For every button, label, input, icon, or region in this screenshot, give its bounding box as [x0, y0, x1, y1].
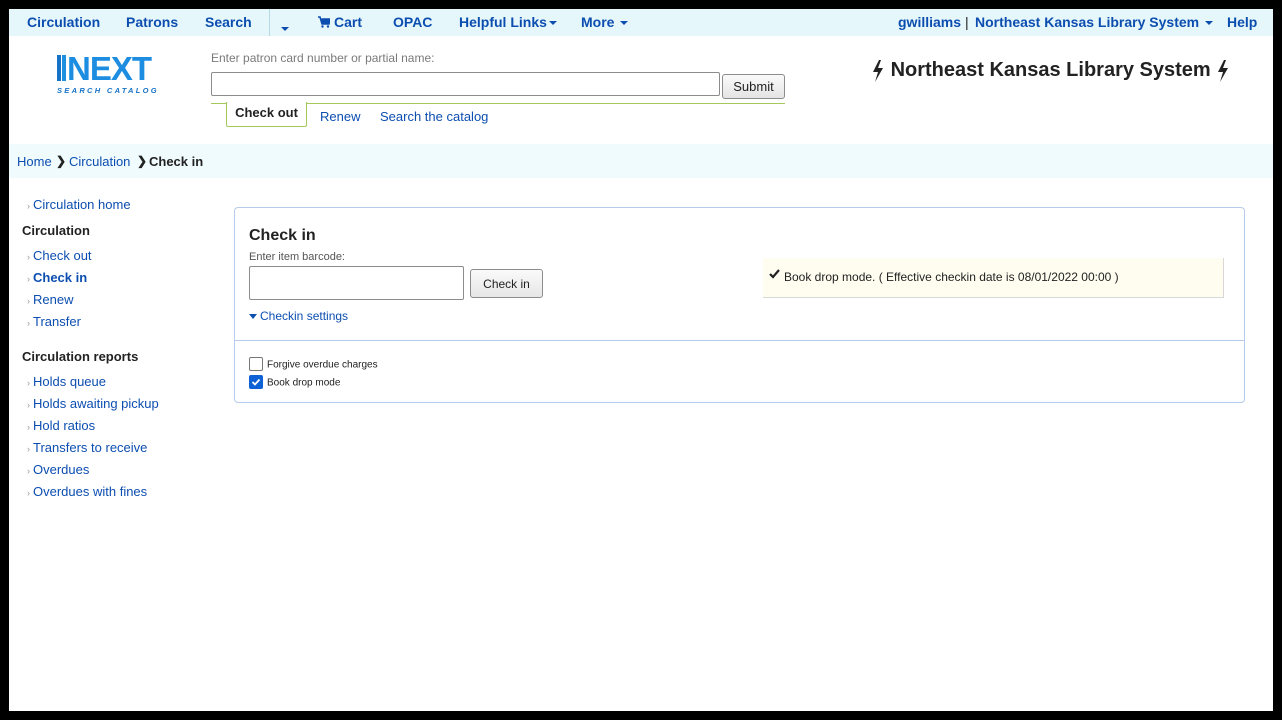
nav-search[interactable]: Search	[205, 14, 252, 30]
cart-icon	[318, 16, 331, 28]
bullet-icon: ›	[27, 274, 30, 284]
checkmark-icon	[251, 378, 261, 386]
logo-text: NEXT	[67, 52, 152, 87]
bullet-icon: ›	[27, 422, 30, 432]
book-drop-mode-option[interactable]: Book drop mode	[249, 375, 341, 390]
sidebar-heading-circulation-reports: Circulation reports	[22, 349, 139, 364]
sidebar-item-renew[interactable]: › Renew	[22, 292, 73, 307]
nav-library-label: Northeast Kansas Library System	[975, 14, 1200, 30]
checkin-settings-label: Checkin settings	[260, 309, 349, 323]
bullet-icon: ›	[27, 400, 30, 410]
sidebar-heading-circulation: Circulation	[22, 223, 90, 238]
caret-down-icon	[1204, 21, 1213, 26]
sidebar-item-label: Overdues with fines	[33, 484, 148, 499]
submit-button[interactable]: Submit	[722, 74, 785, 99]
bullet-icon: ›	[27, 296, 30, 306]
nav-separator: |	[965, 14, 969, 30]
nav-divider	[269, 9, 270, 36]
sidebar-item-label: Overdues	[33, 462, 90, 477]
bullet-icon: ›	[27, 466, 30, 476]
sidebar-item-label: Check in	[33, 270, 88, 285]
sidebar-item-holds-queue[interactable]: › Holds queue	[22, 374, 106, 389]
sidebar-item-label: Holds queue	[33, 374, 106, 389]
sidebar-item-overdues[interactable]: › Overdues	[22, 462, 89, 477]
nav-circulation[interactable]: Circulation	[27, 14, 100, 30]
sidebar-item-check-out[interactable]: › Check out	[22, 248, 92, 263]
sidebar-item-transfers-to-receive[interactable]: › Transfers to receive	[22, 440, 147, 455]
tab-check-out[interactable]: Check out	[226, 102, 307, 127]
sidebar-item-check-in[interactable]: › Check in	[22, 270, 87, 285]
nav-more-label: More	[581, 14, 615, 30]
book-drop-status: Book drop mode. ( Effective checkin date…	[763, 258, 1224, 298]
nav-helpful-links-label: Helpful Links	[459, 14, 547, 30]
sidebar-item-label: Check out	[33, 248, 92, 263]
nav-patrons[interactable]: Patrons	[126, 14, 178, 30]
bullet-icon: ›	[27, 378, 30, 388]
chevron-right-icon: ❯	[137, 154, 148, 168]
header: NEXT SEARCH CATALOG Enter patron card nu…	[9, 36, 1273, 144]
breadcrumb-home[interactable]: Home	[17, 154, 52, 169]
checkin-settings-toggle[interactable]: Checkin settings	[249, 309, 348, 323]
nav-search-dropdown[interactable]	[279, 20, 289, 36]
sidebar-item-overdues-with-fines[interactable]: › Overdues with fines	[22, 484, 147, 499]
panel-divider	[235, 340, 1244, 341]
logo-subtext: SEARCH CATALOG	[57, 86, 159, 95]
sidebar-item-label: Hold ratios	[33, 418, 96, 433]
caret-down-icon	[620, 21, 629, 26]
barcode-input[interactable]	[249, 266, 464, 300]
book-drop-mode-label: Book drop mode	[267, 377, 341, 389]
book-drop-status-text: Book drop mode. ( Effective checkin date…	[784, 270, 1119, 284]
caret-down-icon	[281, 27, 289, 32]
bullet-icon: ›	[27, 201, 30, 211]
sidebar-item-transfer[interactable]: › Transfer	[22, 314, 81, 329]
caret-down-icon	[249, 314, 257, 320]
check-in-button[interactable]: Check in	[470, 269, 543, 298]
library-banner-name: Northeast Kansas Library System	[890, 59, 1211, 81]
patron-search-label: Enter patron card number or partial name…	[211, 51, 435, 65]
sidebar-item-label: Renew	[33, 292, 74, 307]
barcode-label: Enter item barcode:	[249, 251, 345, 263]
nav-help[interactable]: Help	[1227, 14, 1257, 30]
forgive-overdue-label: Forgive overdue charges	[267, 359, 378, 371]
book-drop-mode-checkbox[interactable]	[249, 375, 263, 389]
breadcrumb-circulation[interactable]: Circulation	[69, 154, 130, 169]
checkin-panel: Check in Enter item barcode: Check in Ch…	[234, 207, 1245, 403]
sidebar-item-label: Circulation home	[33, 197, 131, 212]
nav-user[interactable]: gwilliams	[898, 14, 961, 30]
nav-library-selector[interactable]: Northeast Kansas Library System	[975, 14, 1213, 30]
patron-search-input[interactable]	[211, 72, 720, 96]
forgive-overdue-checkbox[interactable]	[249, 357, 263, 371]
sidebar-item-hold-ratios[interactable]: › Hold ratios	[22, 418, 95, 433]
sidebar-item-label: Transfers to receive	[33, 440, 148, 455]
checkmark-icon	[769, 269, 780, 279]
top-navigation: Circulation Patrons Search Cart OPAC Hel…	[9, 9, 1273, 36]
tab-renew[interactable]: Renew	[320, 109, 360, 124]
breadcrumb: Home ❯ Circulation ❯ Check in	[9, 144, 1273, 178]
tab-search-catalog[interactable]: Search the catalog	[380, 109, 488, 124]
bullet-icon: ›	[27, 444, 30, 454]
bullet-icon: ›	[27, 318, 30, 328]
lightning-bolt-icon	[873, 59, 883, 82]
sidebar-item-label: Transfer	[33, 314, 81, 329]
nav-helpful-links[interactable]: Helpful Links	[459, 14, 557, 30]
nav-cart-label: Cart	[334, 14, 363, 30]
library-banner: Northeast Kansas Library System	[871, 59, 1230, 82]
bullet-icon: ›	[27, 252, 30, 262]
forgive-overdue-charges-option[interactable]: Forgive overdue charges	[249, 357, 378, 372]
bullet-icon: ›	[27, 488, 30, 498]
sidebar-item-label: Holds awaiting pickup	[33, 396, 159, 411]
chevron-right-icon: ❯	[56, 154, 67, 168]
next-search-catalog-logo: NEXT SEARCH CATALOG	[57, 50, 159, 95]
breadcrumb-current: Check in	[149, 154, 204, 169]
caret-down-icon	[548, 21, 557, 26]
koha-window: Circulation Patrons Search Cart OPAC Hel…	[9, 9, 1273, 711]
nav-opac[interactable]: OPAC	[393, 14, 432, 30]
next-logo[interactable]: NEXT SEARCH CATALOG	[55, 50, 190, 97]
lightning-bolt-icon	[1218, 59, 1229, 82]
page-title: Check in	[249, 227, 316, 244]
nav-cart[interactable]: Cart	[318, 14, 362, 30]
sidebar-item-circulation-home[interactable]: › Circulation home	[22, 197, 131, 212]
sidebar-item-holds-awaiting-pickup[interactable]: › Holds awaiting pickup	[22, 396, 159, 411]
nav-more[interactable]: More	[581, 14, 629, 30]
